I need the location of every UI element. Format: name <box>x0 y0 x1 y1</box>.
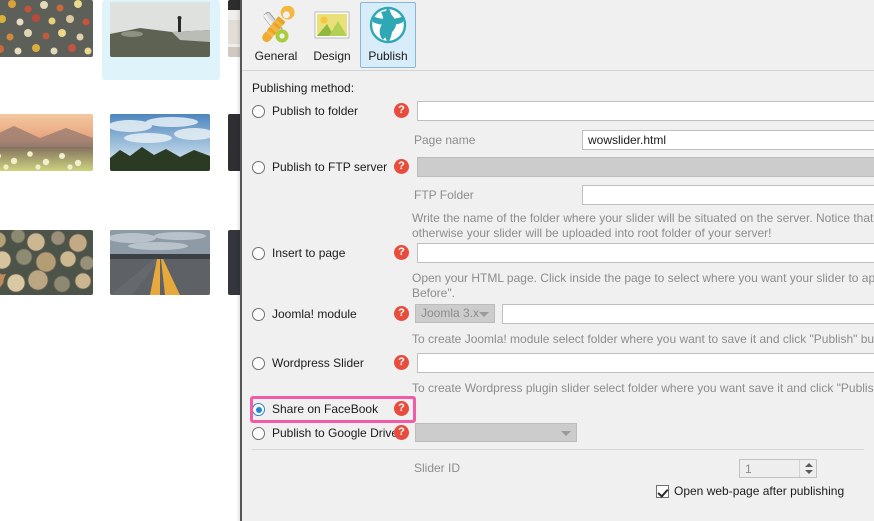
help-icon-insert-to-page[interactable]: ? <box>394 245 409 260</box>
radio-indicator[interactable] <box>252 161 265 174</box>
tab-design-label: Design <box>313 49 351 63</box>
help-icon-publish-to-folder[interactable]: ? <box>394 103 409 118</box>
radio-indicator[interactable] <box>252 105 265 118</box>
tab-general-label: General <box>254 49 298 63</box>
list-item[interactable] <box>110 2 210 57</box>
flowers-grid-thumb <box>0 0 93 57</box>
radio-insert-to-page-label: Insert to page <box>272 246 346 260</box>
chevron-down-icon <box>479 312 489 317</box>
help-icon-share-on-facebook[interactable]: ? <box>394 401 409 416</box>
radio-indicator[interactable] <box>252 308 265 321</box>
globe-icon <box>369 6 407 44</box>
wordpress-folder-input[interactable] <box>417 353 874 373</box>
tab-general[interactable]: General <box>248 2 304 68</box>
page-name-label: Page name <box>414 133 476 147</box>
list-item[interactable] <box>110 114 210 171</box>
radio-indicator[interactable] <box>252 247 265 260</box>
google-drive-folder-select[interactable] <box>415 423 577 442</box>
publish-folder-path-input[interactable] <box>417 101 874 121</box>
radio-publish-to-ftp-server-label: Publish to FTP server <box>272 160 388 174</box>
hint-joomla: To create Joomla! module select folder w… <box>412 332 874 346</box>
list-item[interactable] <box>0 114 93 171</box>
slider-id-value: 1 <box>745 462 752 476</box>
stepper-down-icon[interactable] <box>805 470 813 474</box>
ftp-folder-label: FTP Folder <box>414 188 474 202</box>
help-icon-joomla-module[interactable]: ? <box>394 306 409 321</box>
help-icon-publish-to-ftp-server[interactable]: ? <box>394 159 409 174</box>
slider-id-label: Slider ID <box>414 461 461 475</box>
road-lines-thumb <box>110 230 210 295</box>
section-separator <box>252 449 864 450</box>
tab-publish[interactable]: Publish <box>360 2 416 68</box>
ftp-folder-input[interactable] <box>582 185 874 205</box>
list-item[interactable] <box>110 230 210 295</box>
slide-thumbnail-panel[interactable] <box>0 0 242 521</box>
hint-insert: Open your HTML page. Click inside the pa… <box>412 271 874 300</box>
help-icon-wordpress-slider[interactable]: ? <box>394 355 409 370</box>
meadow-sunset-thumb <box>0 114 93 171</box>
radio-indicator[interactable] <box>252 403 265 416</box>
hint-wordpress: To create Wordpress plugin slider select… <box>412 381 874 395</box>
radio-publish-to-folder-label: Publish to folder <box>272 104 359 118</box>
joomla-version-select[interactable]: Joomla 3.x <box>415 304 495 323</box>
person-on-cliff-thumb <box>110 2 210 57</box>
ftp-server-input[interactable] <box>417 157 874 177</box>
dialog-toolbar: General Design Publish <box>242 0 874 70</box>
joomla-folder-input[interactable] <box>502 304 874 324</box>
tab-publish-label: Publish <box>368 49 408 63</box>
toolbar-separator <box>242 70 874 71</box>
app-window: General Design Publish Publishing method… <box>0 0 874 521</box>
list-item[interactable] <box>0 230 93 295</box>
chevron-down-icon <box>561 431 571 436</box>
radio-publish-to-google-drive-label: Publish to Google Drive <box>272 426 399 440</box>
radio-indicator[interactable] <box>252 427 265 440</box>
publishing-method-label: Publishing method: <box>252 81 355 95</box>
radio-indicator[interactable] <box>252 357 265 370</box>
stepper-buttons[interactable] <box>799 460 816 477</box>
stepper-up-icon[interactable] <box>805 463 813 467</box>
open-webpage-label: Open web-page after publishing <box>674 484 845 498</box>
open-webpage-checkbox[interactable] <box>656 485 669 498</box>
insert-to-page-input[interactable] <box>417 243 874 263</box>
radio-share-on-facebook-label: Share on FaceBook <box>272 402 379 416</box>
page-name-input[interactable]: wowslider.html <box>582 130 874 150</box>
joomla-version-value: Joomla 3.x <box>421 306 480 320</box>
clouds-trees-thumb <box>110 114 210 171</box>
radio-wordpress-slider-label: Wordpress Slider <box>272 356 364 370</box>
hint-ftp: Write the name of the folder where your … <box>412 211 874 240</box>
publish-settings-dialog: General Design Publish Publishing method… <box>242 0 874 521</box>
list-item[interactable] <box>0 0 93 57</box>
radio-joomla-module-label: Joomla! module <box>272 307 357 321</box>
picture-icon <box>314 11 350 39</box>
slider-id-stepper[interactable]: 1 <box>739 459 817 478</box>
logs-stack-thumb <box>0 230 93 295</box>
wrench-screwdriver-icon <box>262 6 295 43</box>
help-icon-publish-to-google-drive[interactable]: ? <box>394 425 409 440</box>
tab-design[interactable]: Design <box>304 2 360 68</box>
